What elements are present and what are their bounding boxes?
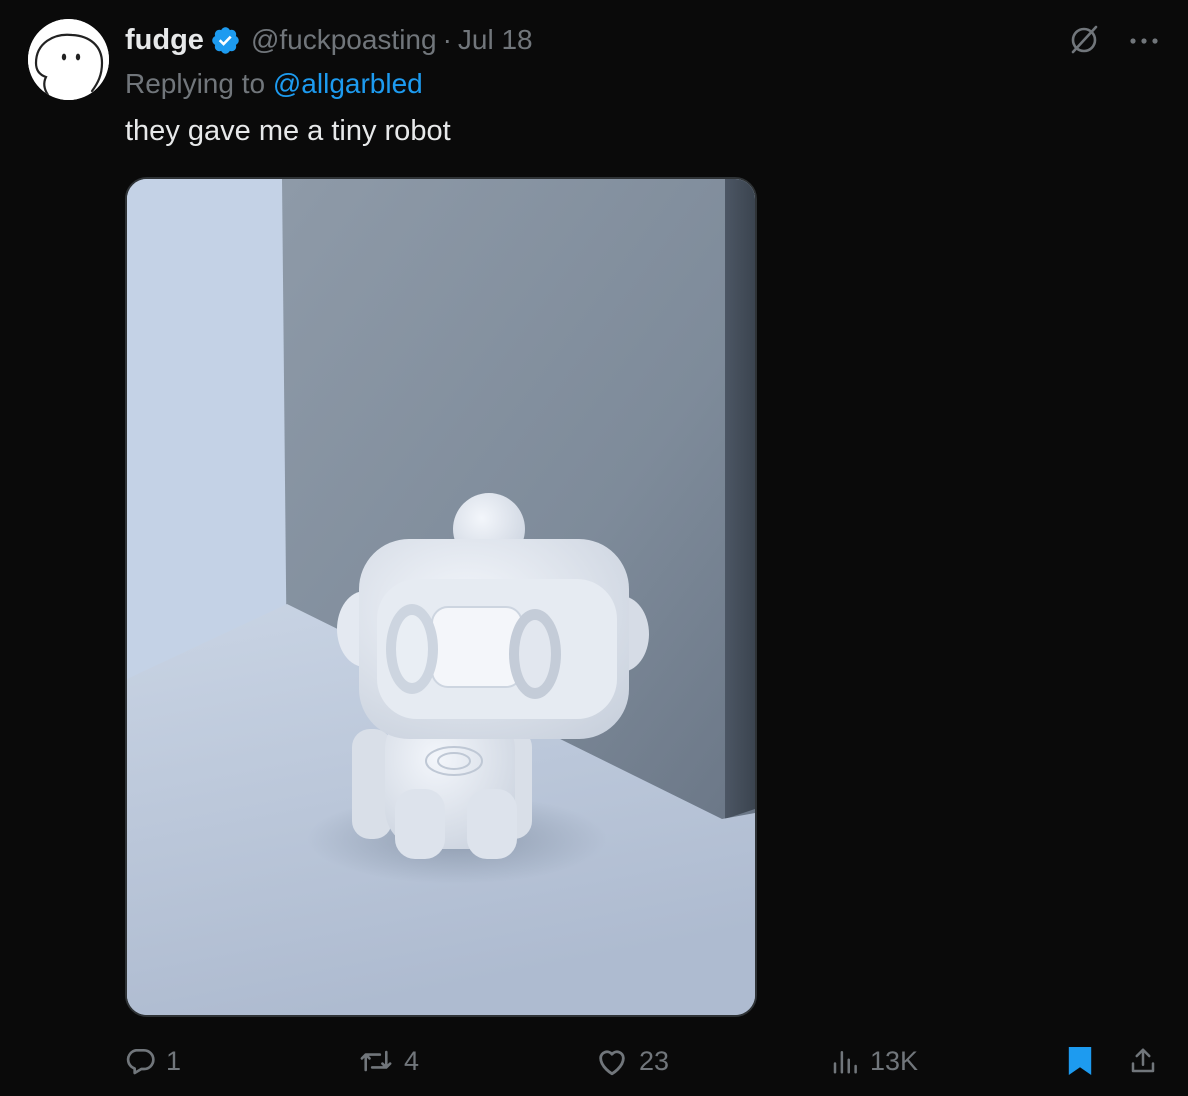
bookmark-icon	[1066, 1044, 1094, 1078]
like-button[interactable]: 23	[595, 1037, 669, 1085]
repost-count: 4	[404, 1045, 420, 1076]
grok-icon[interactable]	[1066, 22, 1102, 63]
like-count: 23	[639, 1045, 670, 1076]
views-count: 13K	[870, 1045, 919, 1076]
tweet-header: fudge @fuckpoasting · Jul 18	[125, 22, 533, 58]
share-icon	[1128, 1045, 1158, 1077]
reply-count: 1	[166, 1045, 182, 1076]
views-button[interactable]: 13K	[830, 1037, 918, 1085]
handle[interactable]: @fuckpoasting	[251, 24, 437, 56]
display-name[interactable]: fudge	[125, 24, 204, 57]
heart-icon	[595, 1045, 629, 1077]
repost-icon	[358, 1045, 394, 1077]
tweet-photo[interactable]	[125, 177, 757, 1017]
reply-to-handle[interactable]: @allgarbled	[273, 68, 423, 99]
reply-button[interactable]: 1	[124, 1037, 181, 1085]
tweet-date[interactable]: Jul 18	[458, 24, 533, 56]
views-icon	[830, 1046, 860, 1076]
tweet-action-bar: 1 4 23 13K	[0, 1037, 1188, 1085]
avatar[interactable]	[28, 19, 109, 100]
more-icon[interactable]	[1128, 34, 1160, 52]
robot-photo-illustration	[127, 179, 755, 1015]
reply-icon	[124, 1045, 156, 1077]
replying-label: Replying to	[125, 68, 266, 99]
blob-face-icon	[28, 19, 109, 100]
share-button[interactable]	[1128, 1037, 1158, 1085]
bookmark-button[interactable]	[1066, 1037, 1094, 1085]
tweet-text: they gave me a tiny robot	[125, 115, 451, 147]
repost-button[interactable]: 4	[358, 1037, 419, 1085]
separator-dot: ·	[442, 24, 452, 55]
tweet-top-actions	[1066, 22, 1160, 63]
replying-to: Replying to @allgarbled	[125, 68, 423, 100]
verified-badge-icon[interactable]	[210, 25, 241, 56]
